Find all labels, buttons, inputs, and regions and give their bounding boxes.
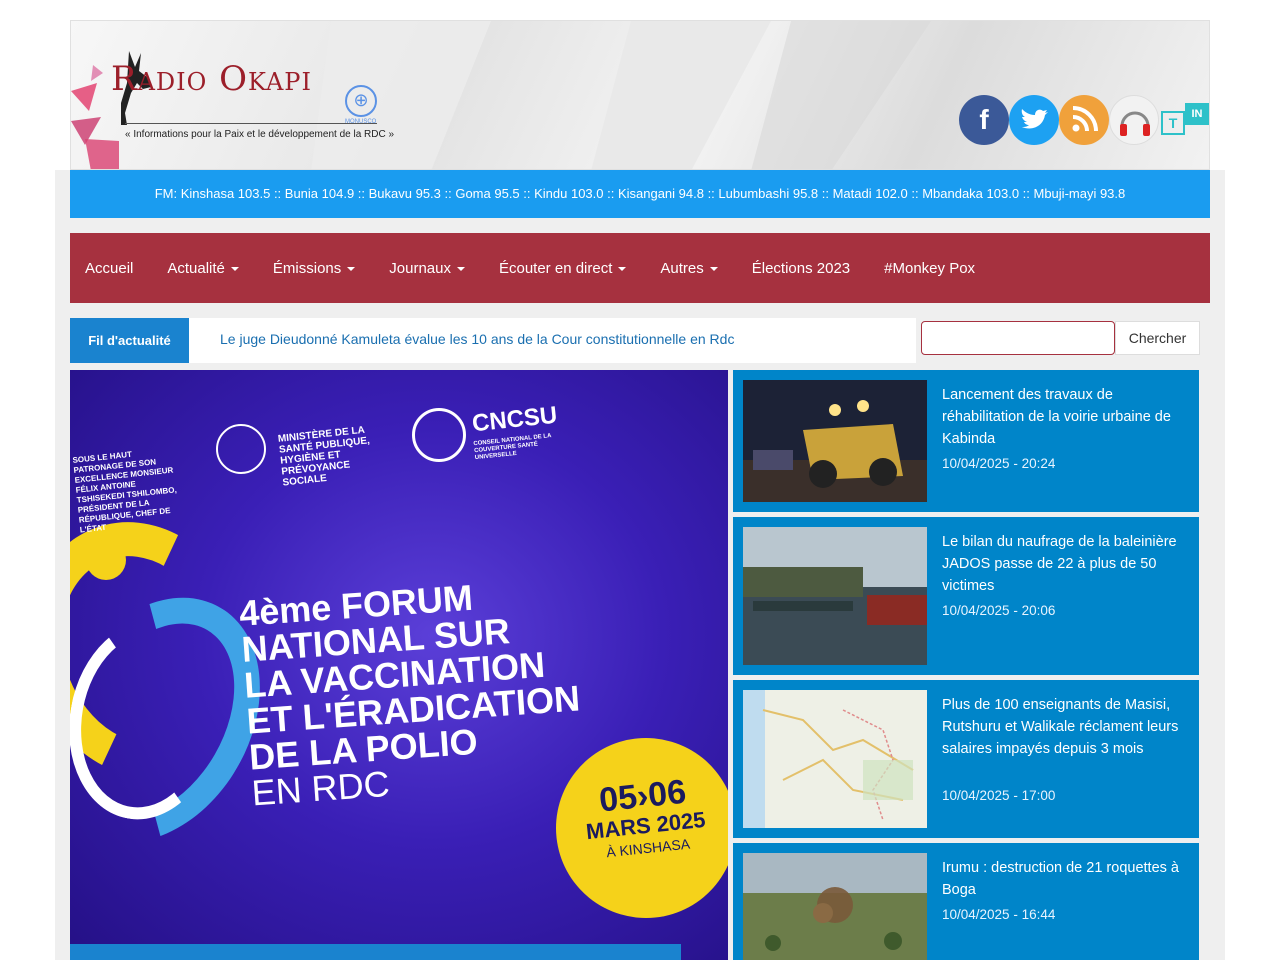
nav-item-ecouter-en-direct[interactable]: Écouter en direct (498, 259, 627, 277)
nav-item-emissions[interactable]: Émissions (272, 259, 356, 277)
site-logo-title[interactable]: Radio Okapi (111, 59, 312, 99)
tin-icon[interactable]: T IN (1161, 103, 1209, 139)
news-title-link[interactable]: Plus de 100 enseignants de Masisi, Rutsh… (942, 694, 1187, 760)
news-thumbnail[interactable] (743, 380, 927, 502)
thumb-boat-image (743, 527, 927, 665)
nav-label: #Monkey Pox (884, 259, 976, 277)
nav-item-elections-2023[interactable]: Élections 2023 (752, 260, 850, 277)
news-card[interactable]: Lancement des travaux de réhabilitation … (733, 370, 1199, 512)
monusco-label: MONUSCO (345, 119, 377, 125)
rss-glyph-icon (1072, 106, 1098, 132)
caret-down-icon (230, 266, 239, 271)
news-thumbnail[interactable] (743, 527, 927, 665)
headphones-glyph-icon (1120, 111, 1150, 136)
twitter-bird-icon (1021, 109, 1048, 129)
hero-caption-strip (70, 944, 681, 960)
rdc-seal-icon (216, 424, 266, 474)
thumb-map-image (743, 690, 927, 828)
news-card[interactable]: Irumu : destruction de 21 roquettes à Bo… (733, 843, 1199, 960)
nav-label: Émissions (272, 259, 342, 277)
hero-headline: 4ème FORUM NATIONAL SUR LA VACCINATION E… (238, 573, 586, 814)
hero-yellow-dot (86, 540, 126, 580)
hero-patronage-text: SOUS LE HAUT PATRONAGE DE SON EXCELLENCE… (72, 449, 178, 535)
news-title-link[interactable]: Irumu : destruction de 21 roquettes à Bo… (942, 857, 1187, 901)
nav-label: Journaux (389, 259, 451, 277)
audio-headphones-icon[interactable] (1109, 95, 1159, 145)
search-button[interactable]: Chercher (1115, 321, 1200, 355)
news-thumbnail[interactable] (743, 690, 927, 828)
news-thumbnail[interactable] (743, 853, 927, 960)
nav-label: Écouter en direct (498, 259, 613, 277)
site-header: Radio Okapi « Informations pour la Paix … (70, 20, 1210, 170)
rss-icon[interactable] (1059, 95, 1109, 145)
twitter-icon[interactable] (1009, 95, 1059, 145)
caret-down-icon (456, 266, 465, 271)
news-title-link[interactable]: Lancement des travaux de réhabilitation … (942, 384, 1187, 450)
ticker-headline-link[interactable]: Le juge Dieudonné Kamuleta évalue les 10… (220, 318, 734, 360)
nav-label: Élections 2023 (751, 259, 851, 277)
frequency-bar: FM: Kinshasa 103.5 :: Bunia 104.9 :: Buk… (70, 170, 1210, 218)
nav-label: Accueil (85, 259, 134, 277)
nav-item-actualite[interactable]: Actualité (167, 260, 239, 277)
news-card[interactable]: Plus de 100 enseignants de Masisi, Rutsh… (733, 680, 1199, 838)
main-nav: Accueil Actualité Émissions Journaux Éco… (70, 233, 1210, 303)
nav-item-journaux[interactable]: Journaux (389, 260, 465, 277)
caret-down-icon (709, 266, 718, 271)
cncsu-seal-icon (412, 408, 466, 462)
nav-item-autres[interactable]: Autres (660, 259, 718, 277)
tin-t-label: T (1161, 111, 1185, 135)
nav-label: Autres (660, 259, 704, 277)
news-date: 10/04/2025 - 16:44 (942, 907, 1056, 922)
facebook-icon[interactable]: f (959, 95, 1009, 145)
un-emblem-icon: ⊕ (345, 85, 377, 117)
site-tagline: « Informations pour la Paix et le dévelo… (125, 129, 395, 140)
caret-down-icon (347, 266, 356, 271)
nav-label: Actualité (167, 259, 225, 277)
news-date: 10/04/2025 - 20:06 (942, 603, 1056, 618)
logo-divider (125, 123, 377, 124)
ticker-label: Fil d'actualité (70, 318, 189, 363)
news-date: 10/04/2025 - 17:00 (942, 788, 1056, 803)
thumb-construction-image (743, 380, 927, 502)
thumb-explosion-image (743, 853, 927, 960)
news-ticker: Fil d'actualité Le juge Dieudonné Kamule… (70, 318, 916, 363)
search-input[interactable] (921, 321, 1115, 355)
news-card[interactable]: Le bilan du naufrage de la baleinière JA… (733, 517, 1199, 675)
caret-down-icon (618, 266, 627, 271)
nav-item-monkey-pox[interactable]: #Monkey Pox (884, 260, 975, 277)
news-title-link[interactable]: Le bilan du naufrage de la baleinière JA… (942, 531, 1187, 597)
hero-ministry-text: MINISTÈRE DE LA SANTÉ PUBLIQUE, HYGIÈNE … (277, 424, 371, 489)
nav-item-accueil[interactable]: Accueil (85, 260, 133, 277)
hero-feature-image[interactable]: SOUS LE HAUT PATRONAGE DE SON EXCELLENCE… (70, 370, 728, 960)
tin-in-label: IN (1185, 103, 1209, 125)
news-date: 10/04/2025 - 20:24 (942, 456, 1056, 471)
